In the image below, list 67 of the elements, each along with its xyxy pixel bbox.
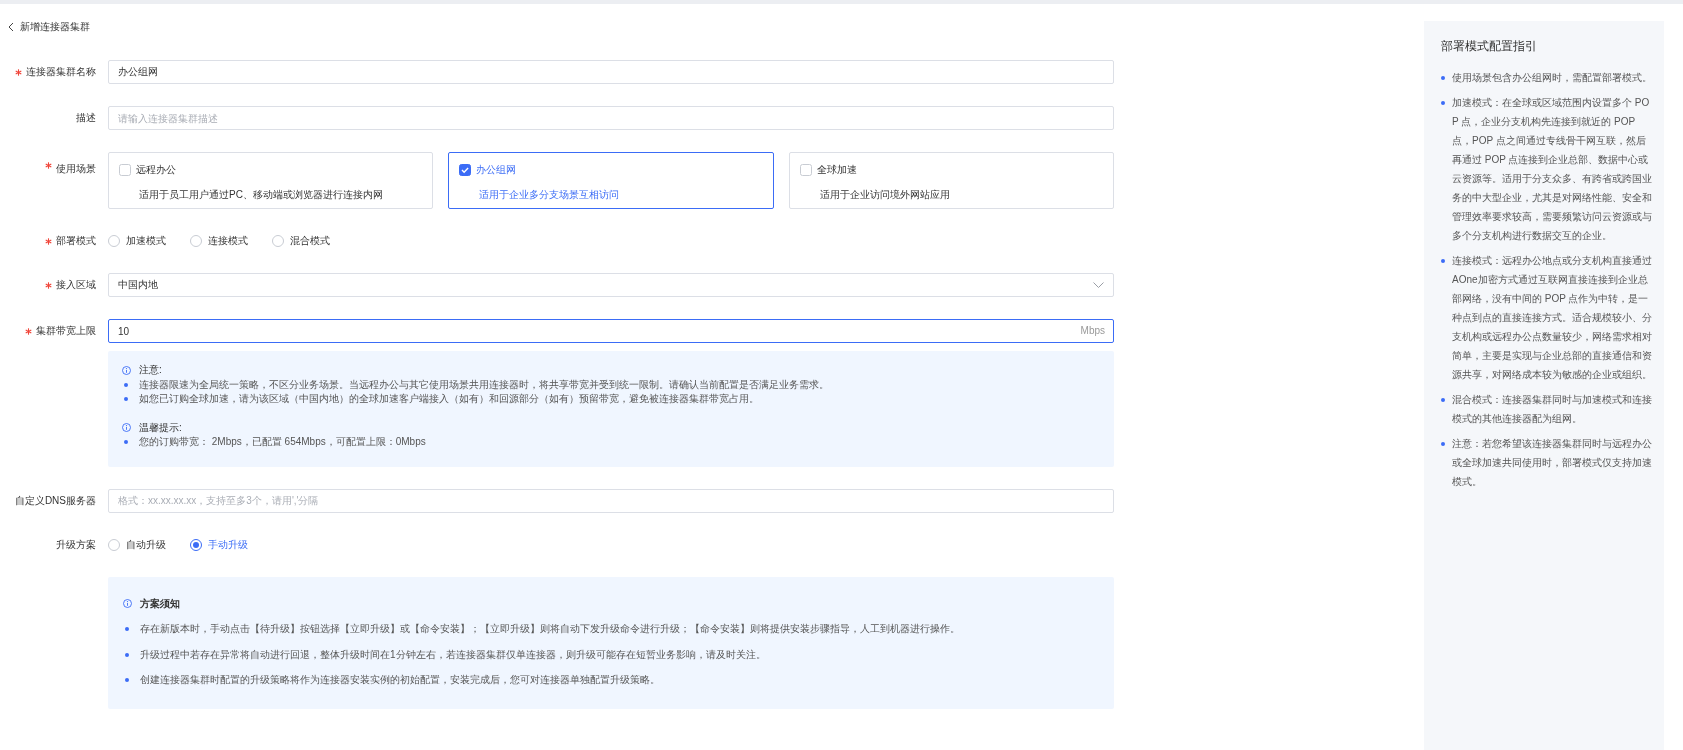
bullet-icon <box>1441 100 1445 105</box>
chevron-down-icon <box>1093 282 1104 288</box>
notice-title: 温馨提示: <box>139 420 182 435</box>
info-icon <box>123 599 132 608</box>
guide-text: 使用场景包含办公组网时，需配置部署模式。 <box>1452 71 1653 85</box>
notice-text: 存在新版本时，手动点击【待升级】按钮选择【立即升级】或【命令安装】；【立即升级】则将自动下发升级命令进行升级；【命令安装】则将提供安装步骤指导，人工到机器进行操作。 <box>140 622 960 636</box>
text-input[interactable]: 格式：xx.xx.xx.xx，支持至多3个，请用','分隔 <box>108 488 1114 513</box>
bullet-icon <box>124 382 128 387</box>
info-icon <box>122 365 131 375</box>
notice-text: 您的订购带宽： 2Mbps，已配置 654Mbps，可配置上限：0Mbps <box>139 435 426 449</box>
field-label: 集群带宽上限 <box>36 324 96 338</box>
scenario-card[interactable]: 全球加速 适用于企业访问境外网站应用 <box>788 152 1114 209</box>
checkbox[interactable] <box>119 164 131 176</box>
radio-label[interactable]: 自动升级 <box>126 537 166 552</box>
bullet-icon <box>124 397 128 402</box>
radio-label[interactable]: 加速模式 <box>126 234 166 248</box>
notice-title: 方案须知 <box>140 596 180 611</box>
guide-text: 注意：若您希望该连接器集群同时与远程办公或全球加速共同使用时，部署模式仅支持加速模式。 <box>1452 437 1653 489</box>
scenario-card[interactable]: 远程办公 适用于员工用户通过PC、移动端或浏览器进行连接内网 <box>108 152 434 209</box>
field-label: 使用场景 <box>56 162 96 176</box>
text-input[interactable]: 办公组网 <box>108 60 1114 84</box>
unit-label: Mbps <box>1080 324 1105 338</box>
bullet-icon <box>125 678 129 682</box>
guide-text: 加速模式：在全球或区域范围内设置多个 POP 点，企业分支机构先连接到就近的 POP 点，POP 点之间通过专线骨干网互联，然后再通过 POP 点连接到企业总部、数据中心或云资源等。适用于分支众多、有跨省或跨国业务的中大型企业，尤其是对网络性能、安全和管理效率要求较高，需要频繁访问云资源或与多个分支机构进行数据交互的企业。 <box>1452 96 1653 243</box>
scenario-title: 远程办公 <box>136 163 176 177</box>
bullet-icon <box>1441 441 1445 446</box>
radio-label[interactable]: 手动升级 <box>208 537 248 552</box>
checkbox[interactable] <box>459 164 472 176</box>
select-field[interactable]: 中国内地 <box>108 273 1114 297</box>
checkbox[interactable] <box>799 164 812 176</box>
radio-button[interactable] <box>190 235 202 247</box>
scenario-title: 办公组网 <box>476 163 517 177</box>
field-label: 自定义DNS服务器 <box>14 493 96 508</box>
field-label: 描述 <box>76 111 96 125</box>
back-icon[interactable] <box>8 22 14 32</box>
guide-title: 部署模式配置指引 <box>1441 39 1538 54</box>
notice-text: 如您已订购全球加速，请为该区域（中国内地）的全球加速客户端接入（如有）和回源部分（如有）预留带宽，避免被连接器集群带宽占用。 <box>139 392 759 406</box>
radio-button[interactable] <box>190 538 202 551</box>
guide-text: 连接模式：远程办公地点或分支机构直接通过AOne加密方式通过互联网直接连接到企业总部网络，没有中间的 POP 点作为中转，是一种点到点的直接连接方式。适合规模较小、分支机构或远程办公点数量较少，网络需求相对简单，主要是实现与企业总部的直接通信和资源共享，对网络成本较为敏感的企业或组织。 <box>1452 254 1653 382</box>
field-label: 升级方案 <box>56 537 96 552</box>
guide-text: 混合模式：连接器集群同时与加速模式和连接模式的其他连接器配为组网。 <box>1452 393 1653 426</box>
scenario-description: 适用于企业多分支场景互相访问 <box>479 188 621 202</box>
field-label: 部署模式 <box>56 234 96 248</box>
bullet-icon <box>1441 397 1445 402</box>
notice-text: 创建连接器集群时配置的升级策略将作为连接器安装实例的初始配置，安装完成后，您可对连接器单独配置升级策略。 <box>140 673 660 687</box>
bullet-icon <box>125 652 129 657</box>
radio-button[interactable] <box>108 235 120 247</box>
text-input[interactable]: 请输入连接器集群描述 <box>108 106 1114 130</box>
page-title: 新增连接器集群 <box>20 20 90 34</box>
bullet-icon <box>125 627 129 631</box>
notice-text: 连接器限速为全局统一策略，不区分业务场景。当远程办公与其它使用场景共用连接器时，将共享带宽并受到统一限制。请确认当前配置是否满足业务需求。 <box>139 377 829 392</box>
scenario-title: 全球加速 <box>816 163 857 177</box>
radio-button[interactable] <box>108 538 120 551</box>
radio-label[interactable]: 混合模式 <box>290 234 330 248</box>
bullet-icon <box>1441 258 1445 263</box>
bullet-icon <box>1441 75 1445 80</box>
scenario-description: 适用于员工用户通过PC、移动端或浏览器进行连接内网 <box>139 188 384 202</box>
field-label: 连接器集群名称 <box>26 65 96 79</box>
info-icon <box>122 423 131 433</box>
notice-title: 注意: <box>139 363 162 377</box>
radio-label[interactable]: 连接模式 <box>208 234 248 248</box>
notice-text: 升级过程中若存在异常将自动进行回退，整体升级时间在1分钟左右，若连接器集群仅单连接器，则升级可能存在短暂业务影响，请及时关注。 <box>140 647 766 662</box>
scenario-description: 适用于企业访问境外网站应用 <box>819 188 951 202</box>
field-label: 接入区域 <box>56 278 96 292</box>
radio-button[interactable] <box>272 235 284 247</box>
scenario-card[interactable]: 办公组网 适用于企业多分支场景互相访问 <box>448 152 774 209</box>
bullet-icon <box>124 440 128 445</box>
